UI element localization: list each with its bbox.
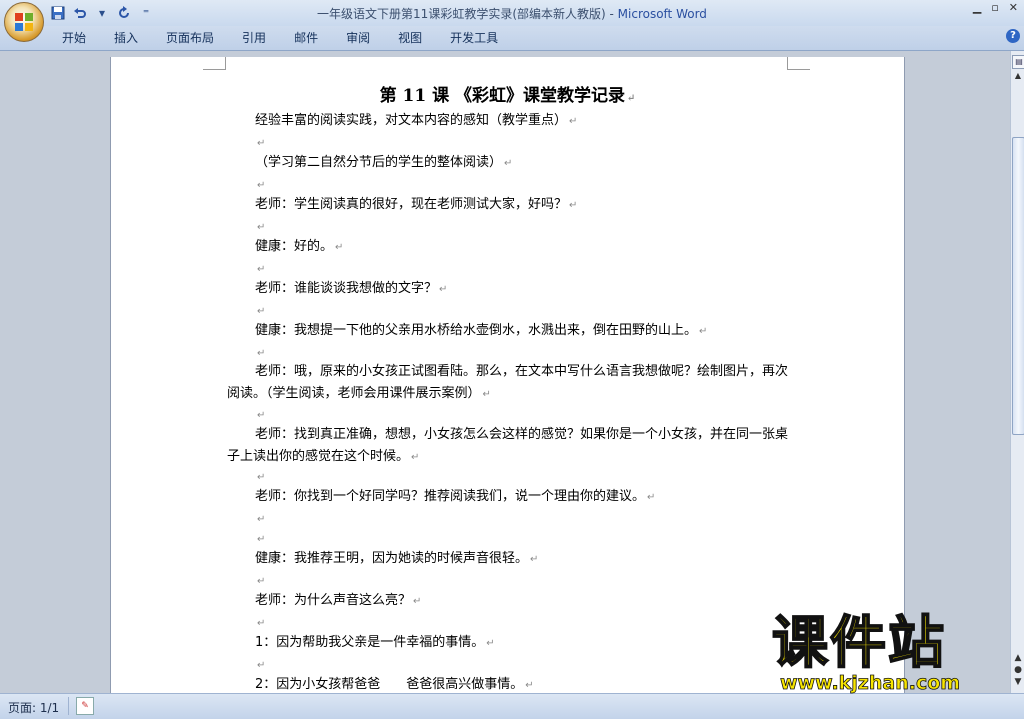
empty-paragraph: ↵ <box>257 618 266 629</box>
title-separator: - <box>605 7 618 21</box>
empty-paragraph: ↵ <box>257 306 266 317</box>
page-count[interactable]: 页面: 1/1 <box>8 699 59 716</box>
status-bar: 页面: 1/1 ✎ <box>0 693 1024 719</box>
empty-paragraph: ↵ <box>257 410 266 421</box>
tab-insert[interactable]: 插入 <box>100 30 152 46</box>
select-browse-object-icon[interactable]: ● <box>1014 665 1022 675</box>
paragraph: 2：因为小女孩帮爸爸 爸爸很高兴做事情。 ↵ <box>255 677 534 692</box>
paragraph: 老师：学生阅读真的很好，现在老师测试大家，好吗？ ↵ <box>255 197 578 212</box>
watermark: 课件站 www.kjzhan.com <box>771 611 1010 695</box>
paragraph: 老师：你找到一个好同学吗？推荐阅读我们，说一个理由你的建议。 ↵ <box>255 489 656 504</box>
document-name: 一年级语文下册第11课彩虹教学实录(部编本新人教版) <box>317 7 606 21</box>
empty-paragraph: ↵ <box>257 576 266 587</box>
view-ruler-icon[interactable]: ▤ <box>1012 55 1024 69</box>
crop-mark-right <box>787 57 810 70</box>
paragraph: 经验丰富的阅读实践，对文本内容的感知（教学重点） ↵ <box>255 113 578 128</box>
empty-paragraph: ↵ <box>257 514 266 525</box>
empty-paragraph: ↵ <box>257 264 266 275</box>
help-icon[interactable]: ? <box>1006 29 1020 43</box>
watermark-url: www.kjzhan.com <box>780 672 961 695</box>
restore-icon[interactable]: ▫ <box>991 1 998 14</box>
tab-references[interactable]: 引用 <box>228 30 280 46</box>
app-name: Microsoft Word <box>617 7 707 21</box>
browse-controls: ▲ ● ▼ <box>1012 653 1024 687</box>
minimize-icon[interactable]: ▁ <box>973 1 981 14</box>
tab-mailings[interactable]: 邮件 <box>280 30 332 46</box>
paragraph: 老师：为什么声音这么亮？ ↵ <box>255 593 422 608</box>
vertical-scrollbar[interactable]: ▤ ▲ ▲ ● ▼ <box>1010 51 1024 693</box>
proofing-icon[interactable]: ✎ <box>76 697 94 715</box>
paragraph: 健康：好的。 ↵ <box>255 239 344 254</box>
empty-paragraph: ↵ <box>257 472 266 483</box>
document-page[interactable]: 第 11 课 《彩虹》课堂教学记录 ↵ 经验丰富的阅读实践，对文本内容的感知（教学… <box>110 57 905 693</box>
paragraph: 老师：谁能谈谈我想做的文字？ ↵ <box>255 281 448 296</box>
close-icon[interactable]: ✕ <box>1009 1 1018 14</box>
ribbon-tabs: 开始 插入 页面布局 引用 邮件 审阅 视图 开发工具 ? <box>0 26 1024 51</box>
office-logo-icon <box>15 13 33 31</box>
tab-review[interactable]: 审阅 <box>332 30 384 46</box>
window-controls: ▁ ▫ ✕ <box>973 1 1018 14</box>
document-workspace: 第 11 课 《彩虹》课堂教学记录 ↵ 经验丰富的阅读实践，对文本内容的感知（教学… <box>0 51 1010 693</box>
tab-view[interactable]: 视图 <box>384 30 436 46</box>
empty-paragraph: ↵ <box>257 660 266 671</box>
paragraph: （学习第二自然分节后的学生的整体阅读） ↵ <box>255 155 513 170</box>
document-heading: 第 11 课 《彩虹》课堂教学记录 ↵ <box>379 86 636 106</box>
tab-page-layout[interactable]: 页面布局 <box>152 30 228 46</box>
paragraph: 1：因为帮助我父亲是一件幸福的事情。 ↵ <box>255 635 495 650</box>
empty-paragraph: ↵ <box>257 138 266 149</box>
empty-paragraph: ↵ <box>257 222 266 233</box>
paragraph: 健康：我推荐王明，因为她读的时候声音很轻。 ↵ <box>255 551 539 566</box>
window-title: 一年级语文下册第11课彩虹教学实录(部编本新人教版) - Microsoft W… <box>0 5 1024 22</box>
status-divider <box>68 697 69 715</box>
paragraph: 老师：哦，原来的小女孩正试图看陆。那么，在文本中写什么语言我想做呢？绘制图片，再… <box>227 364 789 401</box>
office-button[interactable] <box>4 2 44 42</box>
title-bar: ▾ ⁼ 一年级语文下册第11课彩虹教学实录(部编本新人教版) - Microso… <box>0 0 1024 26</box>
paragraph: 健康：我想提一下他的父亲用水桥给水壶倒水，水溅出来，倒在田野的山上。 ↵ <box>255 323 708 338</box>
scroll-thumb[interactable] <box>1012 137 1024 435</box>
empty-paragraph: ↵ <box>257 534 266 545</box>
watermark-title: 课件站 <box>771 611 946 677</box>
crop-mark-left <box>203 57 226 70</box>
empty-paragraph: ↵ <box>257 180 266 191</box>
next-page-icon[interactable]: ▼ <box>1015 677 1022 687</box>
previous-page-icon[interactable]: ▲ <box>1015 653 1022 663</box>
tab-home[interactable]: 开始 <box>48 30 100 46</box>
paragraph: 老师：找到真正准确，想想，小女孩怎么会这样的感觉？如果你是一个小女孩，并在同一张… <box>227 427 789 464</box>
scroll-up-icon[interactable]: ▲ <box>1012 71 1024 85</box>
tab-developer[interactable]: 开发工具 <box>436 30 512 46</box>
